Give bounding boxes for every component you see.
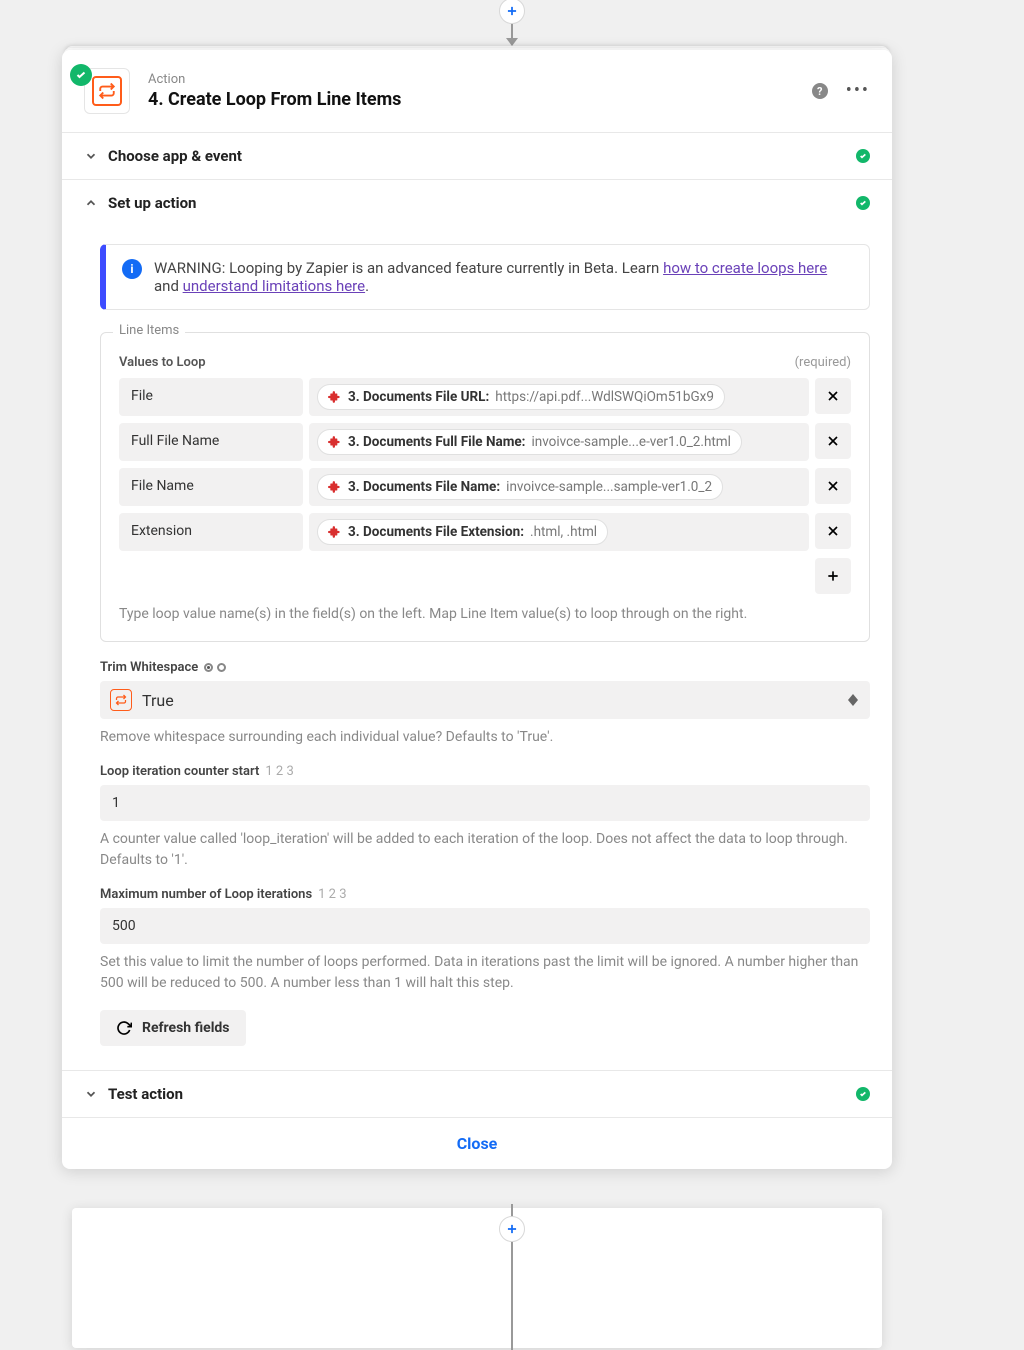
more-menu-icon[interactable]: ••• (846, 82, 870, 100)
add-row-button[interactable] (815, 558, 851, 594)
puzzle-icon (328, 435, 342, 449)
next-card-peek (72, 1208, 882, 1348)
refresh-icon (116, 1020, 132, 1036)
info-banner: i WARNING: Looping by Zapier is an advan… (100, 244, 870, 310)
loop-key-input[interactable]: Extension (119, 513, 303, 551)
flow-line (511, 1242, 513, 1350)
section-setup-action[interactable]: Set up action (62, 180, 892, 226)
card-header: Action 4. Create Loop From Line Items ? … (62, 50, 892, 133)
remove-row-button[interactable] (815, 378, 851, 414)
banner-text: WARNING: Looping by Zapier is an advance… (154, 259, 663, 277)
chevron-down-icon (84, 149, 100, 163)
refresh-fields-button[interactable]: Refresh fields (100, 1010, 246, 1046)
trim-whitespace-field: Trim Whitespace True Remove whitespace s… (100, 660, 870, 748)
field-hint: 1 2 3 (318, 887, 346, 902)
loop-value-input[interactable]: 3. Documents File Extension: .html, .htm… (309, 513, 809, 551)
link-understand-limitations[interactable]: understand limitations here (183, 277, 365, 295)
values-to-loop-label: Values to Loop (119, 355, 206, 370)
header-kicker: Action (148, 72, 401, 87)
status-ok-icon (856, 149, 870, 163)
section-label: Choose app & event (108, 147, 242, 165)
status-ok-icon (856, 196, 870, 210)
section-choose-app[interactable]: Choose app & event (62, 133, 892, 180)
add-step-top-button[interactable] (499, 0, 525, 24)
max-iterations-field: Maximum number of Loop iterations 1 2 3 … (100, 887, 870, 994)
add-step-bottom-button[interactable] (499, 1216, 525, 1242)
counter-helper: A counter value called 'loop_iteration' … (100, 829, 870, 871)
section-label: Test action (108, 1085, 183, 1103)
trim-helper: Remove whitespace surrounding each indiv… (100, 727, 870, 748)
mapped-value-pill[interactable]: 3. Documents File Name: invoivce-sample.… (317, 474, 723, 500)
pill-value: https://api.pdf...WdlSWQiOm51bGx9 (495, 389, 714, 405)
section-test-action[interactable]: Test action (62, 1071, 892, 1118)
pill-label: 3. Documents Full File Name: (348, 434, 525, 450)
banner-text: . (365, 277, 369, 295)
remove-row-button[interactable] (815, 468, 851, 504)
pill-value: .html, .html (530, 524, 597, 540)
loop-value-input[interactable]: 3. Documents Full File Name: invoivce-sa… (309, 423, 809, 461)
puzzle-icon (328, 525, 342, 539)
required-label: (required) (795, 355, 851, 370)
pill-label: 3. Documents File URL: (348, 389, 489, 405)
pill-value: invoivce-sample...e-ver1.0_2.html (531, 434, 730, 450)
pill-label: 3. Documents File Extension: (348, 524, 524, 540)
loop-icon (110, 689, 132, 711)
loop-icon (98, 82, 116, 100)
counter-start-input[interactable]: 1 (100, 785, 870, 821)
field-hint: 1 2 3 (265, 764, 293, 779)
loop-row: Extension 3. Documents File Extension: .… (119, 513, 851, 551)
loop-key-input[interactable]: File Name (119, 468, 303, 506)
check-badge-icon (70, 64, 92, 86)
select-chevrons-icon (848, 694, 858, 706)
chevron-up-icon (84, 196, 100, 210)
mapped-value-pill[interactable]: 3. Documents File URL: https://api.pdf..… (317, 384, 725, 410)
trim-whitespace-select[interactable]: True (100, 681, 870, 719)
pill-label: 3. Documents File Name: (348, 479, 500, 495)
loop-row: File 3. Documents File URL: https://api.… (119, 378, 851, 416)
setup-body: i WARNING: Looping by Zapier is an advan… (62, 226, 892, 1071)
page-title: 4. Create Loop From Line Items (148, 89, 401, 110)
section-label: Set up action (108, 194, 196, 212)
action-card: Action 4. Create Loop From Line Items ? … (62, 50, 892, 1169)
loop-value-input[interactable]: 3. Documents File URL: https://api.pdf..… (309, 378, 809, 416)
loop-value-input[interactable]: 3. Documents File Name: invoivce-sample.… (309, 468, 809, 506)
remove-row-button[interactable] (815, 423, 851, 459)
counter-start-field: Loop iteration counter start 1 2 3 1 A c… (100, 764, 870, 871)
field-label: Maximum number of Loop iterations (100, 887, 312, 902)
remove-row-button[interactable] (815, 513, 851, 549)
mapped-value-pill[interactable]: 3. Documents Full File Name: invoivce-sa… (317, 429, 742, 455)
select-value: True (142, 691, 174, 710)
loop-row: Full File Name 3. Documents Full File Na… (119, 423, 851, 461)
radio-icon (217, 663, 226, 672)
link-how-to-create-loops[interactable]: how to create loops here (663, 259, 827, 277)
pill-value: invoivce-sample...sample-ver1.0_2 (506, 479, 712, 495)
loop-key-input[interactable]: File (119, 378, 303, 416)
loop-row: File Name 3. Documents File Name: invoiv… (119, 468, 851, 506)
max-helper: Set this value to limit the number of lo… (100, 952, 870, 994)
puzzle-icon (328, 390, 342, 404)
radio-icon (204, 663, 213, 672)
status-ok-icon (856, 1087, 870, 1101)
puzzle-icon (328, 480, 342, 494)
mapped-value-pill[interactable]: 3. Documents File Extension: .html, .htm… (317, 519, 608, 545)
loop-key-input[interactable]: Full File Name (119, 423, 303, 461)
max-iterations-input[interactable]: 500 (100, 908, 870, 944)
fieldset-legend: Line Items (113, 323, 185, 338)
line-items-helper: Type loop value name(s) in the field(s) … (119, 604, 851, 625)
close-button[interactable]: Close (62, 1118, 892, 1169)
line-items-fieldset: Line Items Values to Loop (required) Fil… (100, 332, 870, 642)
chevron-down-icon (84, 1087, 100, 1101)
field-label: Trim Whitespace (100, 660, 198, 675)
arrow-down-icon (506, 38, 518, 46)
banner-text: and (154, 277, 183, 295)
field-label: Loop iteration counter start (100, 764, 259, 779)
info-icon: i (122, 259, 142, 279)
help-icon[interactable]: ? (812, 83, 828, 99)
refresh-label: Refresh fields (142, 1020, 230, 1036)
